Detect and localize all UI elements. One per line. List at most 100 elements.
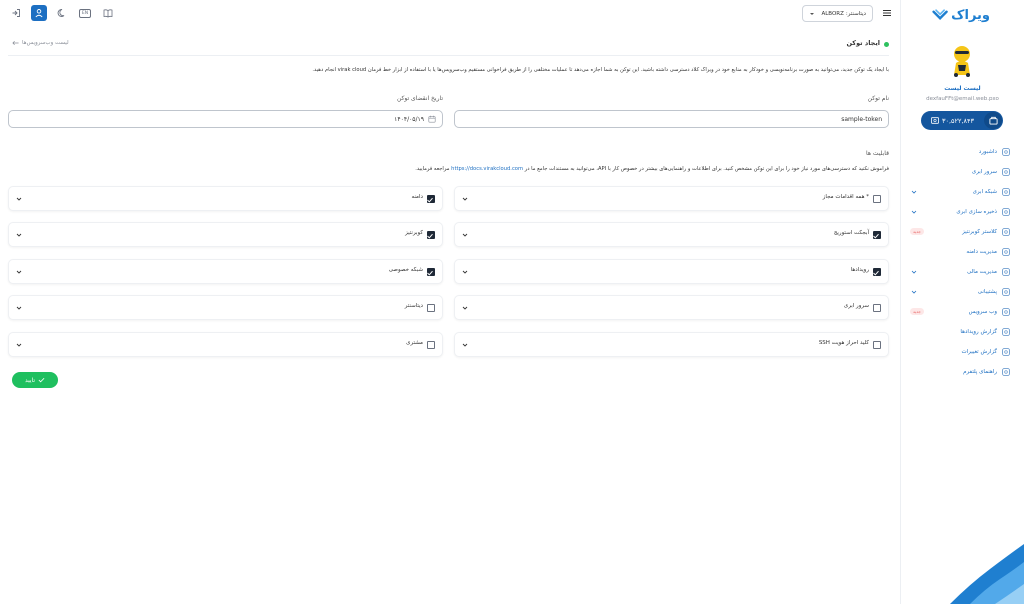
- permission-checkbox[interactable]: [427, 195, 435, 203]
- sidebar-item-label: وب سرویس: [968, 309, 997, 315]
- docs-button[interactable]: [100, 5, 116, 21]
- chevron-down-icon[interactable]: [15, 304, 23, 312]
- permission-card[interactable]: سرور ابری: [454, 295, 889, 320]
- sidebar-item-label: کلاستر کوبرنتیز: [962, 229, 997, 235]
- permission-checkbox[interactable]: [427, 304, 435, 312]
- moon-icon: [57, 9, 65, 17]
- virak-logo[interactable]: ویراک: [932, 5, 990, 25]
- permission-card[interactable]: رویدادها: [454, 259, 889, 284]
- sidebar-item-label: داشبورد: [978, 149, 997, 155]
- balance-value: ۳۰,۵۲۲,۸۴۳: [941, 116, 975, 125]
- arrow-left-icon: [12, 41, 19, 45]
- language-label: EN: [79, 8, 91, 18]
- check-icon: [38, 377, 45, 383]
- chevron-down-icon[interactable]: [461, 268, 469, 276]
- permission-label: دامنه: [411, 194, 423, 200]
- chevron-down-icon[interactable]: [461, 341, 469, 349]
- sidebar-item-cloud[interactable]: سرور ابری: [901, 162, 1024, 182]
- calendar-icon[interactable]: [428, 115, 436, 123]
- permission-label: شبکه خصوصی: [388, 267, 423, 273]
- avatar[interactable]: [944, 41, 980, 77]
- check-icon: [873, 233, 879, 239]
- check-icon: [427, 197, 433, 203]
- sidebar-item-dashboard[interactable]: داشبورد: [901, 142, 1024, 162]
- profile-button[interactable]: [31, 5, 47, 21]
- back-link-label: لیست وب‌سرویس‌ها: [22, 40, 69, 46]
- expiry-date-input[interactable]: ۱۴۰۴/۰۵/۱۹: [8, 110, 443, 128]
- permission-card[interactable]: مشتری: [8, 332, 443, 357]
- permission-card[interactable]: دامنه: [8, 186, 443, 211]
- new-badge: جدید: [910, 308, 924, 315]
- check-icon: [873, 270, 879, 276]
- balance-bar[interactable]: ۳۰,۵۲۲,۸۴۳: [921, 111, 1003, 130]
- network-icon: [1002, 188, 1010, 196]
- sidebar-item-label: راهنمای پلتفرم: [963, 369, 997, 375]
- sidebar-item-network[interactable]: شبکه ابری: [901, 182, 1024, 202]
- chevron-down-icon[interactable]: [910, 288, 918, 296]
- token-name-value: sample-token: [841, 115, 882, 123]
- sidebar-item-domain[interactable]: مدیریت دامنه: [901, 242, 1024, 262]
- changelog-icon: [1002, 348, 1010, 356]
- sidebar: ویراک لیست لیست dexfauFFt@email.web.pxo …: [900, 0, 1024, 604]
- notice-suffix: مراجعه فرمایید.: [415, 166, 450, 172]
- confirm-label: تایید: [24, 377, 36, 384]
- chevron-down-icon[interactable]: [910, 208, 918, 216]
- chevron-down-icon[interactable]: [910, 268, 918, 276]
- sidebar-item-storage[interactable]: ذخیره سازی ابری: [901, 202, 1024, 222]
- wallet-icon: [1002, 268, 1010, 276]
- language-toggle[interactable]: EN: [77, 5, 93, 21]
- permission-card[interactable]: آبجکت استوریج: [454, 222, 889, 247]
- permission-checkbox[interactable]: [873, 268, 881, 276]
- expiry-date-value: ۱۴۰۴/۰۵/۱۹: [394, 115, 424, 123]
- logout-button[interactable]: [8, 5, 24, 21]
- dashboard-icon: [1002, 148, 1010, 156]
- chevron-down-icon[interactable]: [461, 304, 469, 312]
- permission-label: رویدادها: [850, 267, 869, 273]
- token-name-input[interactable]: sample-token: [454, 110, 889, 128]
- chevron-down-icon[interactable]: [15, 231, 23, 239]
- permission-card[interactable]: کلید احراز هویت SSH: [454, 332, 889, 357]
- sidebar-item-wallet[interactable]: مدیریت مالی: [901, 262, 1024, 282]
- permission-checkbox[interactable]: [873, 304, 881, 312]
- chevron-down-icon[interactable]: [910, 188, 918, 196]
- storage-icon: [1002, 208, 1010, 216]
- chevron-down-icon[interactable]: [15, 268, 23, 276]
- permission-card[interactable]: * همه اقدامات مجاز: [454, 186, 889, 211]
- permission-label: مشتری: [406, 340, 423, 346]
- back-link[interactable]: لیست وب‌سرویس‌ها: [12, 40, 69, 46]
- chevron-down-icon[interactable]: [461, 195, 469, 203]
- money-icon: [930, 117, 939, 124]
- divider: [8, 55, 889, 56]
- hamburger-menu-icon[interactable]: [882, 8, 892, 18]
- permission-checkbox[interactable]: [873, 341, 881, 349]
- sidebar-item-events[interactable]: گزارش رویدادها: [901, 322, 1024, 342]
- chevron-down-icon: [810, 13, 814, 15]
- sidebar-item-webservice[interactable]: وب سرویس جدید: [901, 302, 1024, 322]
- domain-icon: [1002, 248, 1010, 256]
- user-name: لیست لیست: [944, 85, 981, 92]
- permission-label: سرور ابری: [843, 303, 869, 309]
- permission-checkbox[interactable]: [427, 231, 435, 239]
- chevron-down-icon[interactable]: [15, 341, 23, 349]
- permission-card[interactable]: شبکه خصوصی: [8, 259, 443, 284]
- permission-label: کلید احراز هویت SSH: [818, 340, 869, 346]
- docs-link[interactable]: https://docs.virakcloud.com: [451, 166, 523, 172]
- sidebar-item-kubernetes[interactable]: کلاستر کوبرنتیز جدید: [901, 222, 1024, 242]
- permission-checkbox[interactable]: [873, 195, 881, 203]
- datacenter-select[interactable]: دیتاسنتر: ALBORZ: [802, 5, 873, 22]
- permission-checkbox[interactable]: [427, 341, 435, 349]
- permission-checkbox[interactable]: [427, 268, 435, 276]
- confirm-button[interactable]: تایید: [12, 372, 58, 388]
- chevron-down-icon[interactable]: [15, 195, 23, 203]
- chevron-down-icon[interactable]: [461, 231, 469, 239]
- sidebar-item-support[interactable]: پشتیبانی: [901, 282, 1024, 302]
- permission-card[interactable]: دیتاسنتر: [8, 295, 443, 320]
- permission-checkbox[interactable]: [873, 231, 881, 239]
- sidebar-item-book[interactable]: راهنمای پلتفرم: [901, 362, 1024, 382]
- dark-mode-toggle[interactable]: [54, 5, 70, 21]
- logout-icon: [12, 9, 20, 17]
- wallet-button[interactable]: [984, 112, 1002, 129]
- book-icon: [1002, 368, 1010, 376]
- permission-card[interactable]: کوبرنتیز: [8, 222, 443, 247]
- sidebar-item-changelog[interactable]: گزارش تغییرات: [901, 342, 1024, 362]
